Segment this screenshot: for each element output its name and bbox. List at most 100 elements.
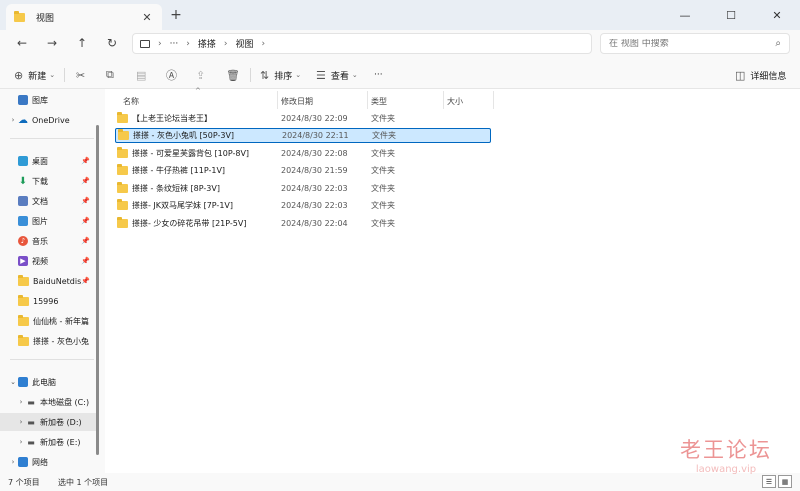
file-type: 文件夹 <box>371 149 395 158</box>
table-row[interactable]: 【上老王论坛当老王】 2024/8/30 22:09 文件夹 <box>115 111 491 126</box>
chevron-right-icon[interactable]: › <box>8 116 18 124</box>
view-button[interactable]: ☰ 查看 ⌄ <box>316 66 358 84</box>
chevron-right-icon[interactable]: › <box>16 438 26 446</box>
table-row[interactable]: 搽搽 - 灰色小兔叽 [50P-3V] 2024/8/30 22:11 文件夹 <box>115 128 491 143</box>
rename-button[interactable]: Ⓐ <box>166 66 182 84</box>
search-box[interactable]: ⌕ <box>600 33 790 54</box>
sidebar-item-pictures[interactable]: 图片 📌 <box>0 212 96 230</box>
table-row[interactable]: 搽搽 - 条纹短袜 [8P-3V] 2024/8/30 22:03 文件夹 <box>115 181 491 196</box>
sidebar-item-15996[interactable]: 15996 <box>0 292 96 310</box>
sidebar-item-this-pc[interactable]: ⌄ 此电脑 <box>0 373 96 391</box>
sidebar-item-downloads[interactable]: ⬇ 下载 📌 <box>0 172 96 190</box>
tiles-view-button[interactable]: ▦ <box>778 475 792 488</box>
column-separator[interactable] <box>367 91 368 109</box>
up-button[interactable]: ↑ <box>72 34 92 52</box>
chevron-down-icon: ⌄ <box>295 71 302 79</box>
folder-icon <box>117 164 128 175</box>
column-separator[interactable] <box>493 91 494 109</box>
sidebar-item-drive-e[interactable]: › ▬ 新加卷 (E:) <box>0 433 96 451</box>
sidebar-item-label: BaiduNetdis <box>33 276 82 286</box>
more-options-button[interactable]: ··· <box>374 66 383 84</box>
file-type: 文件夹 <box>371 219 395 228</box>
scissors-icon: ✂ <box>76 68 86 82</box>
computer-icon <box>18 377 28 387</box>
sidebar-scrollbar[interactable] <box>96 125 99 455</box>
toolbar-divider <box>250 68 251 82</box>
table-row[interactable]: 搽搽 - 牛仔热裤 [11P-1V] 2024/8/30 21:59 文件夹 <box>115 163 491 178</box>
breadcrumb-item[interactable]: 搽搽 <box>198 37 216 50</box>
details-view-button[interactable]: ☰ <box>762 475 776 488</box>
chevron-down-icon: ⌄ <box>351 71 358 79</box>
sidebar-item-label: 网络 <box>32 457 48 467</box>
close-window-button[interactable]: ✕ <box>754 0 800 30</box>
refresh-button[interactable]: ↻ <box>102 34 122 52</box>
view-list-icon: ☰ <box>316 68 326 82</box>
sidebar-item-gallery[interactable]: 图库 <box>0 91 96 109</box>
table-row[interactable]: 搽搽 - 可爱星芙露背包 [10P-8V] 2024/8/30 22:08 文件… <box>115 146 491 161</box>
folder-icon <box>14 10 25 22</box>
new-button[interactable]: ⊕ 新建 ⌄ <box>14 66 55 84</box>
share-icon: ⇪ <box>196 68 206 82</box>
back-button[interactable]: ← <box>12 34 32 52</box>
tab-view[interactable]: 视图 ✕ <box>6 4 162 30</box>
column-header-size[interactable]: 大小 <box>447 92 463 110</box>
file-type: 文件夹 <box>371 114 395 123</box>
new-tab-button[interactable]: + <box>168 7 184 23</box>
minimize-button[interactable]: — <box>662 0 708 30</box>
sort-button-label: 排序 <box>274 71 293 82</box>
sort-button[interactable]: ⇅ 排序 ⌄ <box>260 66 301 84</box>
copy-button[interactable]: ⧉ <box>106 66 119 84</box>
sidebar-item-videos[interactable]: ▶ 视频 📌 <box>0 252 96 270</box>
sidebar-item-chacha-gray-bunny[interactable]: 搽搽 - 灰色小兔 <box>0 332 96 350</box>
folder-icon <box>18 294 29 306</box>
address-bar[interactable]: › ··· › 搽搽 › 视图 › <box>132 33 592 54</box>
delete-button[interactable]: 🗑 <box>226 66 245 84</box>
breadcrumb-item[interactable]: 视图 <box>235 37 253 50</box>
close-tab-icon[interactable]: ✕ <box>140 11 154 24</box>
column-header-name[interactable]: 名称 <box>123 92 139 110</box>
network-icon <box>18 457 28 467</box>
forward-button[interactable]: → <box>42 34 62 52</box>
file-type: 文件夹 <box>372 131 396 140</box>
sidebar-item-label: OneDrive <box>32 115 70 125</box>
sidebar-item-documents[interactable]: 文档 📌 <box>0 192 96 210</box>
address-row: ← → ↑ ↻ › ··· › 搽搽 › 视图 › ⌕ <box>0 30 800 56</box>
sidebar-item-baidunetdisk[interactable]: BaiduNetdis 📌 <box>0 272 96 290</box>
maximize-button[interactable]: ☐ <box>708 0 754 30</box>
sidebar-item-drive-d[interactable]: › ▬ 新加卷 (D:) <box>0 413 96 431</box>
table-row[interactable]: 搽搽- JK双马尾学妹 [7P-1V] 2024/8/30 22:03 文件夹 <box>115 198 491 213</box>
chevron-right-icon[interactable]: › <box>16 398 26 406</box>
navigation-pane: 图库 › ☁ OneDrive 桌面 📌 ⬇ 下载 📌 文档 📌 图片 📌 ♪ … <box>0 89 98 473</box>
chevron-right-icon[interactable]: › <box>8 458 18 466</box>
sidebar-item-desktop[interactable]: 桌面 📌 <box>0 152 96 170</box>
selected-count: 选中 1 个项目 <box>58 477 109 487</box>
breadcrumb-ellipsis[interactable]: ··· <box>170 39 179 49</box>
column-header-type[interactable]: 类型 <box>371 92 387 110</box>
chevron-right-icon[interactable]: › <box>16 418 26 426</box>
file-date: 2024/8/30 22:04 <box>281 219 348 228</box>
table-row[interactable]: 搽搽- 少女の碎花吊带 [21P-5V] 2024/8/30 22:04 文件夹 <box>115 216 491 231</box>
file-date: 2024/8/30 21:59 <box>281 166 348 175</box>
sidebar-item-drive-c[interactable]: › ▬ 本地磁盘 (C:) <box>0 393 96 411</box>
sidebar-item-label: 视频 <box>32 256 48 266</box>
cut-button[interactable]: ✂ <box>76 66 90 84</box>
file-type: 文件夹 <box>371 201 395 210</box>
sidebar-item-label: 音乐 <box>32 236 48 246</box>
sidebar-item-music[interactable]: ♪ 音乐 📌 <box>0 232 96 250</box>
column-separator[interactable] <box>443 91 444 109</box>
paste-icon: ▤ <box>136 68 147 82</box>
sidebar-item-xianxiantao[interactable]: 仙仙桃 - 新年篇 <box>0 312 96 330</box>
sidebar-item-network[interactable]: › 网络 <box>0 453 96 471</box>
column-header-date[interactable]: 修改日期 <box>281 92 313 110</box>
sidebar-item-label: 下载 <box>32 176 48 186</box>
search-input[interactable] <box>609 38 759 49</box>
sidebar-item-label: 新加卷 (D:) <box>40 417 82 427</box>
paste-button[interactable]: ▤ <box>136 66 151 84</box>
chevron-down-icon[interactable]: ⌄ <box>8 378 18 386</box>
share-button[interactable]: ⇪ <box>196 66 210 84</box>
pin-icon: 📌 <box>81 277 90 285</box>
details-pane-button[interactable]: ◫ 详细信息 <box>735 66 786 84</box>
desktop-icon <box>18 156 28 166</box>
sidebar-item-onedrive[interactable]: › ☁ OneDrive <box>0 111 96 129</box>
column-separator[interactable] <box>277 91 278 109</box>
